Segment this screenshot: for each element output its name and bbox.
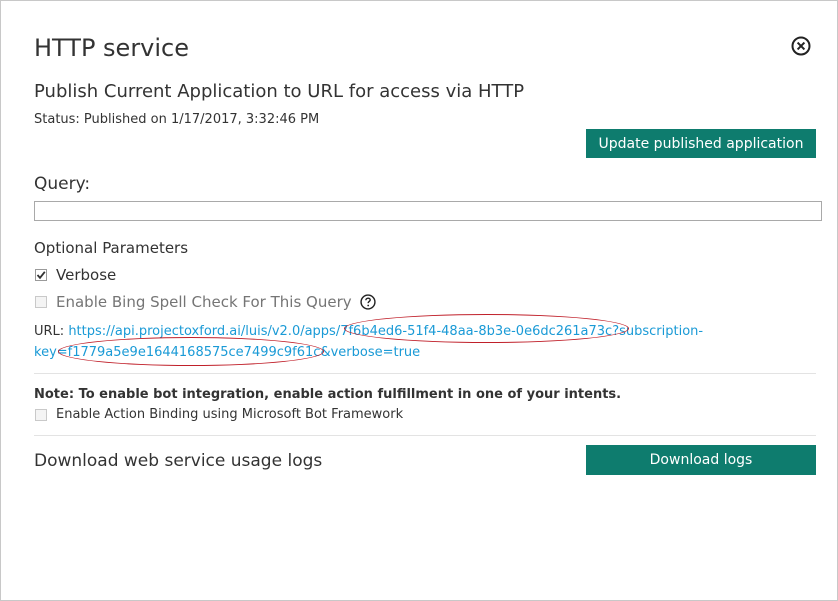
update-published-application-button[interactable]: Update published application [586, 129, 816, 158]
verbose-label: Verbose [56, 266, 117, 284]
dialog-title: HTTP service [34, 34, 190, 62]
endpoint-url-link-continued[interactable]: key=f1779a5e9e1644168575ce7499c9f61c&ver… [34, 345, 420, 360]
verbose-checkbox[interactable] [35, 269, 47, 281]
verbose-option: Verbose [35, 266, 116, 284]
dialog-subtitle: Publish Current Application to URL for a… [34, 81, 525, 102]
bing-spell-check-option: Enable Bing Spell Check For This Query [35, 293, 376, 311]
download-logs-label: Download web service usage logs [34, 451, 323, 471]
query-label: Query: [34, 174, 91, 194]
close-icon [791, 36, 811, 60]
bot-integration-note: Note: To enable bot integration, enable … [34, 387, 622, 402]
question-circle-icon[interactable] [359, 294, 376, 310]
bing-spell-check-label: Enable Bing Spell Check For This Query [56, 293, 352, 311]
close-button[interactable] [791, 36, 811, 56]
action-binding-option: Enable Action Binding using Microsoft Bo… [35, 407, 403, 422]
query-input[interactable] [34, 201, 822, 221]
endpoint-url-link[interactable]: https://api.projectoxford.ai/luis/v2.0/a… [68, 324, 703, 339]
url-label: URL: [34, 324, 65, 339]
section-divider [34, 435, 816, 436]
endpoint-url: URL: https://api.projectoxford.ai/luis/v… [34, 321, 724, 363]
download-logs-button[interactable]: Download logs [586, 445, 816, 475]
action-binding-label: Enable Action Binding using Microsoft Bo… [56, 407, 404, 422]
http-service-dialog: HTTP service Publish Current Application… [0, 0, 838, 601]
publish-status: Status: Published on 1/17/2017, 3:32:46 … [34, 112, 320, 127]
bing-spell-check-checkbox[interactable] [35, 296, 47, 308]
action-binding-checkbox[interactable] [35, 408, 47, 421]
section-divider [34, 373, 816, 374]
optional-parameters-heading: Optional Parameters [34, 239, 189, 257]
